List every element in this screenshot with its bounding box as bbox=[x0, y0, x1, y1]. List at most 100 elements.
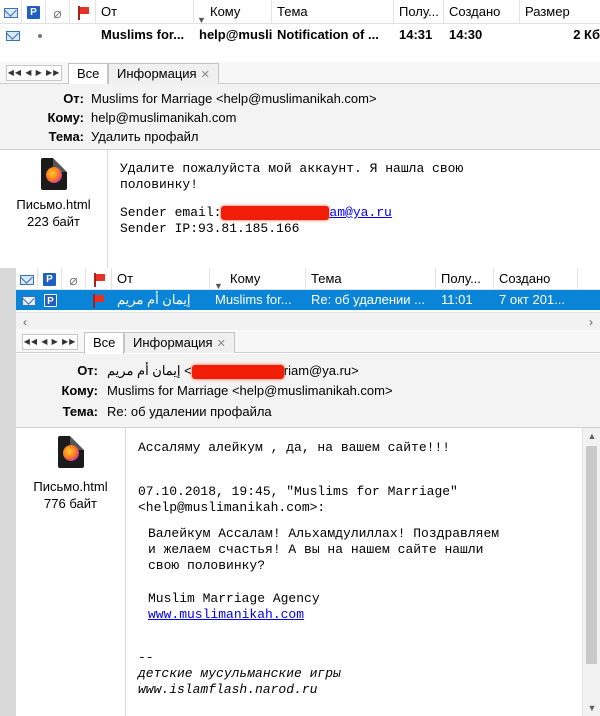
message-header: От: Muslims for Marriage <help@muslimani… bbox=[0, 84, 600, 150]
body-line: 07.10.2018, 19:45, "Muslims for Marriage… bbox=[138, 484, 458, 499]
flag-icon bbox=[92, 293, 104, 308]
tab-row: ◀◀ ◀ ▶ ▶▶ Все Информация ✕ bbox=[0, 62, 600, 85]
message-header: От: إيمان أم مريم < riam@ya.ru> Кому: Mus… bbox=[16, 354, 600, 428]
col-priority[interactable]: P bbox=[22, 0, 46, 24]
row-subject: Notification of ... bbox=[277, 27, 379, 42]
col-flag[interactable] bbox=[86, 268, 112, 290]
tab-info[interactable]: Информация ✕ bbox=[108, 63, 219, 84]
paperclip-icon: ⌀ bbox=[53, 4, 62, 21]
col-priority[interactable]: P bbox=[38, 268, 62, 290]
firefox-file-icon bbox=[57, 436, 84, 468]
col-to[interactable]: ▼ Кому bbox=[194, 0, 272, 24]
signature-line: детские мусульманские игры bbox=[138, 666, 341, 681]
col-from[interactable]: От bbox=[96, 0, 194, 24]
header-subject: Тема: Удалить профайл bbox=[48, 129, 199, 144]
paperclip-icon: ⌀ bbox=[69, 271, 78, 288]
scroll-down-icon[interactable]: ▼ bbox=[583, 700, 600, 716]
col-subject[interactable]: Тема bbox=[306, 268, 436, 290]
message-row[interactable]: Muslims for... help@musli... Notificatio… bbox=[0, 24, 600, 46]
col-attachment[interactable]: ⌀ bbox=[46, 0, 70, 24]
upper-message-panel: P ⌀ От ▼ Кому Тема Полу... Создано Размер… bbox=[0, 0, 600, 268]
scroll-up-icon[interactable]: ▲ bbox=[583, 428, 600, 444]
firefox-file-icon bbox=[40, 158, 67, 190]
body-line: Ассаляму алейкум , да, на вашем сайте!!! bbox=[138, 440, 451, 455]
tab-row: ◀◀ ◀ ▶ ▶▶ Все Информация ✕ bbox=[16, 331, 600, 354]
signature-separator: -- bbox=[138, 650, 154, 665]
message-list-header: P ⌀ От ▼ Кому Тема Полу... Создано Размер bbox=[0, 0, 600, 24]
header-from: От: Muslims for Marriage <help@muslimani… bbox=[63, 91, 377, 106]
col-created[interactable]: Создано bbox=[444, 0, 520, 24]
body-line: Удалите пожалуйста мой аккаунт. Я нашла … bbox=[120, 161, 464, 176]
header-to: Кому: help@muslimanikah.com bbox=[47, 110, 237, 125]
col-read[interactable] bbox=[16, 268, 38, 290]
envelope-icon bbox=[6, 30, 20, 41]
tab-info[interactable]: Информация ✕ bbox=[124, 332, 235, 353]
close-icon[interactable]: ✕ bbox=[201, 69, 210, 81]
envelope-icon bbox=[19, 274, 34, 285]
p-icon: P bbox=[27, 6, 40, 20]
tab-all[interactable]: Все bbox=[68, 63, 109, 85]
quote-line: Валейкум Ассалам! Альхамдулиллах! Поздра… bbox=[148, 526, 500, 541]
col-subject[interactable]: Тема bbox=[272, 0, 394, 24]
message-list-header: P ⌀ От ▼ Кому Тема Полу... Создано bbox=[16, 268, 600, 290]
row-to: Muslims for... bbox=[215, 292, 292, 307]
col-to[interactable]: ▼ Кому bbox=[210, 268, 306, 290]
unread-dot-icon bbox=[38, 33, 42, 38]
row-from: إيمان أم مريم bbox=[117, 292, 191, 307]
quote-line: свою половинку? bbox=[148, 558, 266, 573]
quote-line: и желаем счастья! А вы на нашем сайте на… bbox=[148, 542, 484, 557]
body-line: <help@muslimanikah.com>: bbox=[138, 500, 326, 515]
envelope-icon bbox=[3, 7, 18, 18]
quote-line: Muslim Marriage Agency bbox=[148, 591, 320, 606]
message-row-selected[interactable]: P إيمان أم مريم Muslims for... Re: об уд… bbox=[16, 290, 600, 310]
col-created[interactable]: Создано bbox=[494, 268, 578, 290]
scroll-right-icon[interactable]: › bbox=[582, 313, 600, 331]
row-created: 7 окт 201... bbox=[499, 292, 565, 307]
col-received[interactable]: Полу... bbox=[394, 0, 444, 24]
tab-all[interactable]: Все bbox=[84, 332, 125, 354]
muslimanikah-link[interactable]: www.muslimanikah.com bbox=[148, 607, 304, 623]
signature-link[interactable]: www.islamflash.narod.ru bbox=[138, 682, 317, 698]
header-from: От: إيمان أم مريم < riam@ya.ru> bbox=[77, 363, 359, 379]
lower-message-panel: P ⌀ От ▼ Кому Тема Полу... Создано P إيما… bbox=[16, 268, 600, 716]
redaction-mark bbox=[191, 364, 284, 379]
chevron-down-icon: ▼ bbox=[214, 281, 223, 290]
close-icon[interactable]: ✕ bbox=[217, 338, 226, 350]
scroll-thumb[interactable] bbox=[586, 446, 597, 664]
background-strip bbox=[0, 268, 16, 716]
col-received[interactable]: Полу... bbox=[436, 268, 494, 290]
header-to: Кому: Muslims for Marriage <help@muslima… bbox=[61, 383, 393, 398]
row-from: Muslims for... bbox=[101, 27, 185, 42]
flag-icon bbox=[77, 5, 89, 20]
row-created: 14:30 bbox=[449, 27, 483, 42]
flag-icon bbox=[93, 272, 105, 287]
attachment[interactable]: Письмо.html 776 байт bbox=[16, 428, 126, 716]
p-icon: P bbox=[43, 273, 56, 287]
tab-nav-buttons[interactable]: ◀◀ ◀ ▶ ▶▶ bbox=[22, 334, 78, 350]
vertical-scrollbar[interactable]: ▲ ▼ bbox=[582, 428, 600, 716]
redaction-mark bbox=[221, 205, 330, 220]
scroll-left-icon[interactable]: ‹ bbox=[16, 313, 34, 331]
sender-ip: Sender IP:93.81.185.166 bbox=[120, 221, 300, 236]
p-icon: P bbox=[44, 294, 57, 308]
chevron-down-icon: ▼ bbox=[197, 15, 206, 24]
header-subject: Тема: Re: об удалении профайла bbox=[62, 404, 272, 419]
row-received: 14:31 bbox=[399, 27, 433, 42]
row-size: 2 Кб bbox=[573, 27, 600, 42]
tab-nav-buttons[interactable]: ◀◀ ◀ ▶ ▶▶ bbox=[6, 65, 62, 81]
envelope-icon bbox=[22, 295, 36, 306]
message-body: Письмо.html 776 байт Ассаляму алейкум , … bbox=[16, 428, 600, 716]
row-received: 11:01 bbox=[441, 292, 473, 307]
col-size[interactable]: Размер bbox=[520, 0, 600, 24]
col-from[interactable]: От bbox=[112, 268, 210, 290]
col-flag[interactable] bbox=[70, 0, 96, 24]
sender-email-link[interactable]: am@ya.ru bbox=[221, 205, 392, 220]
col-attachment[interactable]: ⌀ bbox=[62, 268, 86, 290]
row-subject: Re: об удалении ... bbox=[311, 292, 425, 307]
body-line: половинку! bbox=[120, 177, 199, 192]
attachment[interactable]: Письмо.html 223 байт bbox=[0, 150, 108, 268]
sender-email: Sender email: am@ya.ru bbox=[120, 205, 392, 220]
message-body: Письмо.html 223 байт Удалите пожалуйста … bbox=[0, 150, 600, 268]
horizontal-scrollbar[interactable]: ‹ › bbox=[16, 312, 600, 330]
col-read[interactable] bbox=[0, 0, 22, 24]
